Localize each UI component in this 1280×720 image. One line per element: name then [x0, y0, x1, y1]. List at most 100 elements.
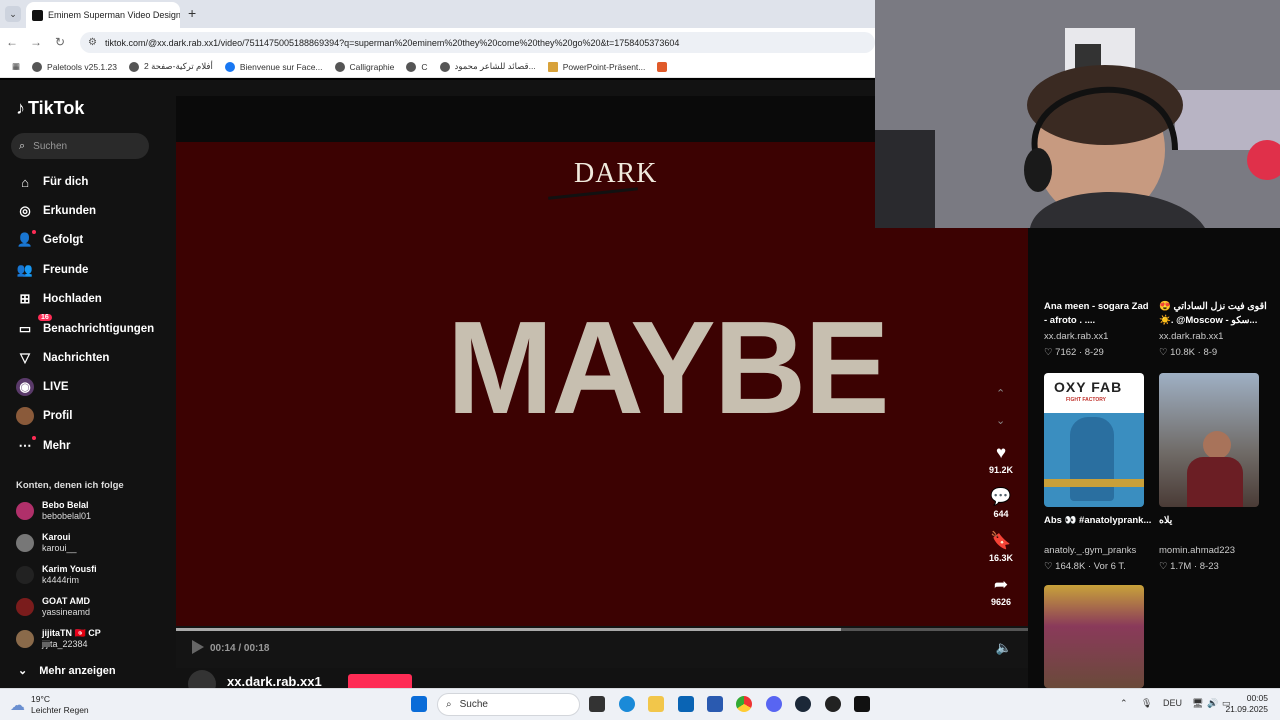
related-video-card[interactable]: 😍 اقوى فيت نزل الساداتي ☀️. @Moscow - سك… — [1159, 300, 1271, 358]
comment-count: 644 — [993, 509, 1009, 519]
following-icon: 👤 — [16, 230, 36, 249]
network-icon[interactable]: 🖥 — [1192, 698, 1203, 709]
card-stats: ♡ 1.7M · 8-23 — [1159, 561, 1219, 572]
show-more-button[interactable]: ⌄ Mehr anzeigen — [18, 664, 116, 678]
dark-logo: DARK — [574, 158, 658, 189]
tab-search-icon[interactable]: ⌄ — [5, 6, 21, 22]
share-count: 9626 — [990, 597, 1012, 607]
nav-for-you[interactable]: ⌂ Für dich — [16, 173, 88, 191]
account-handle: jijita_22384 — [42, 639, 88, 649]
related-video-card[interactable]: يلاه momin.ahmad223 ♡ 1.7M · 8-23 — [1159, 373, 1271, 572]
nav-notifications[interactable]: ▭ 16 Benachrichtigungen — [16, 314, 154, 338]
bookmark-item[interactable]: C — [406, 61, 428, 72]
progress-bar[interactable] — [176, 628, 1028, 631]
bookmark-button[interactable]: 🔖 16.3K — [984, 532, 1018, 564]
weather-text: Leichter Regen — [31, 705, 89, 715]
new-tab-icon[interactable]: + — [188, 5, 196, 21]
previous-video-icon[interactable]: ⌃ — [996, 387, 1005, 400]
chrome-icon[interactable] — [736, 696, 752, 712]
heart-icon: ♥ — [995, 443, 1007, 462]
bookmark-item[interactable]: قصائد للشاعر محمود... — [439, 61, 536, 72]
steam-icon[interactable] — [795, 696, 811, 712]
following-accounts-header: Konten, denen ich folge — [16, 480, 124, 491]
bookmark-item[interactable]: أفلام تركية-صفحة 2 — [128, 61, 213, 72]
card-title: Abs 👀 #anatolyprank... — [1044, 515, 1152, 526]
related-video-card[interactable]: Ana meen - sogara Zad - afroto . .... xx… — [1044, 300, 1152, 358]
taskbar-search[interactable]: ⌕ Suche — [437, 693, 580, 716]
tiktok-logo[interactable]: ♪ TikTok — [16, 98, 84, 119]
temperature: 19°C — [31, 694, 50, 704]
search-icon: ⌕ — [446, 699, 452, 710]
language-indicator[interactable]: DEU — [1163, 698, 1182, 708]
more-icon: ⋯ — [16, 436, 36, 455]
edge-icon[interactable] — [619, 696, 635, 712]
progress-fill — [176, 628, 841, 631]
video-thumbnail: OXY FAB FIGHT FACTORY — [1044, 373, 1144, 507]
account-handle: yassineamd — [42, 607, 91, 617]
following-account[interactable]: Bebo Belal bebobelal01 — [16, 500, 91, 522]
nav-messages[interactable]: ▽ Nachrichten — [16, 349, 109, 367]
forward-icon[interactable]: → — [24, 35, 48, 49]
notification-badge: 16 — [38, 314, 52, 321]
bookmark-item[interactable]: Bienvenue sur Face... — [224, 61, 323, 72]
browser-tab[interactable]: Eminem Superman Video Design ✕ — [26, 2, 180, 28]
file-explorer-icon[interactable] — [648, 696, 664, 712]
nav-upload[interactable]: ⊞ Hochladen — [16, 290, 102, 308]
nav-live[interactable]: ◉ LIVE — [16, 378, 69, 396]
thumbnail-text: OXY FAB — [1054, 379, 1123, 395]
app-icon[interactable] — [825, 696, 841, 712]
heart-icon: ♡ — [1044, 561, 1053, 572]
reload-icon[interactable]: ↻ — [48, 35, 72, 49]
site-info-icon[interactable]: ⚙ — [88, 37, 97, 48]
discord-icon[interactable] — [766, 696, 782, 712]
taskbar-search-label: Suche — [459, 699, 488, 710]
related-video-card[interactable] — [1044, 585, 1152, 695]
comment-icon: 💬 — [990, 487, 1012, 506]
card-date: 8-9 — [1203, 347, 1218, 358]
clock[interactable]: 00:05 21.09.2025 — [1225, 693, 1268, 715]
account-name: Karim Yousfi — [42, 564, 97, 574]
search-input[interactable]: ⌕ Suchen — [11, 133, 149, 159]
bookmark-item[interactable] — [657, 61, 672, 72]
avatar — [16, 630, 34, 648]
nav-profile[interactable]: Profil — [16, 407, 72, 425]
microphone-icon[interactable]: 🎙 — [1141, 698, 1152, 709]
nav-following[interactable]: 👤 Gefolgt — [16, 230, 83, 249]
next-video-icon[interactable]: ⌄ — [996, 414, 1005, 427]
following-account[interactable]: GOAT AMD yassineamd — [16, 596, 90, 618]
nav-more[interactable]: ⋯ Mehr — [16, 436, 70, 455]
following-account[interactable]: Karoui karoui__ — [16, 532, 77, 554]
following-account[interactable]: jijitaTN 🇹🇳 CP jijita_22384 — [16, 628, 101, 650]
like-button[interactable]: ♥ 91.2K — [984, 443, 1018, 476]
related-video-card[interactable]: OXY FAB FIGHT FACTORY Abs 👀 #anatolypran… — [1044, 373, 1154, 572]
tiktok-taskbar-icon[interactable] — [854, 696, 870, 712]
comment-button[interactable]: 💬 644 — [984, 487, 1018, 520]
share-button[interactable]: ➦ 9626 — [984, 576, 1018, 608]
bookmark-item[interactable]: Calligraphie — [334, 61, 394, 72]
play-icon[interactable] — [192, 640, 204, 654]
nav-label: Erkunden — [43, 205, 97, 217]
task-view-icon[interactable] — [589, 696, 605, 712]
apps-icon[interactable]: ▦ — [12, 61, 20, 72]
following-account[interactable]: Karim Yousfi k4444rim — [16, 564, 97, 586]
chevron-up-icon[interactable]: ⌃ — [1120, 698, 1128, 709]
outlook-icon[interactable] — [678, 696, 694, 712]
logo-text: TikTok — [28, 98, 85, 118]
nav-explore[interactable]: ◎ Erkunden — [16, 202, 96, 220]
card-likes: 164.8K — [1055, 561, 1086, 572]
account-name: Bebo Belal — [42, 500, 89, 510]
nav-friends[interactable]: 👥 Freunde — [16, 261, 88, 279]
volume-icon[interactable]: 🔊 — [1207, 698, 1218, 709]
weather-widget[interactable]: ☁ 19°C Leichter Regen — [10, 694, 89, 716]
video-thumbnail — [1044, 585, 1144, 688]
author-username[interactable]: xx.dark.rab.xx1 — [227, 674, 322, 689]
bookmark-item[interactable]: Paletools v25.1.23 — [32, 61, 117, 72]
video-controls: 00:14 / 00:18 🔈 — [176, 626, 1028, 668]
back-icon[interactable]: ← — [0, 35, 24, 49]
bookmark-item[interactable]: PowerPoint-Präsent... — [547, 61, 645, 72]
store-icon[interactable] — [707, 696, 723, 712]
url-input[interactable]: ⚙ tiktok.com/@xx.dark.rab.xx1/video/7511… — [80, 32, 875, 53]
windows-start-icon[interactable] — [411, 696, 427, 712]
search-placeholder: Suchen — [33, 140, 68, 152]
volume-icon[interactable]: 🔈 — [996, 640, 1012, 656]
